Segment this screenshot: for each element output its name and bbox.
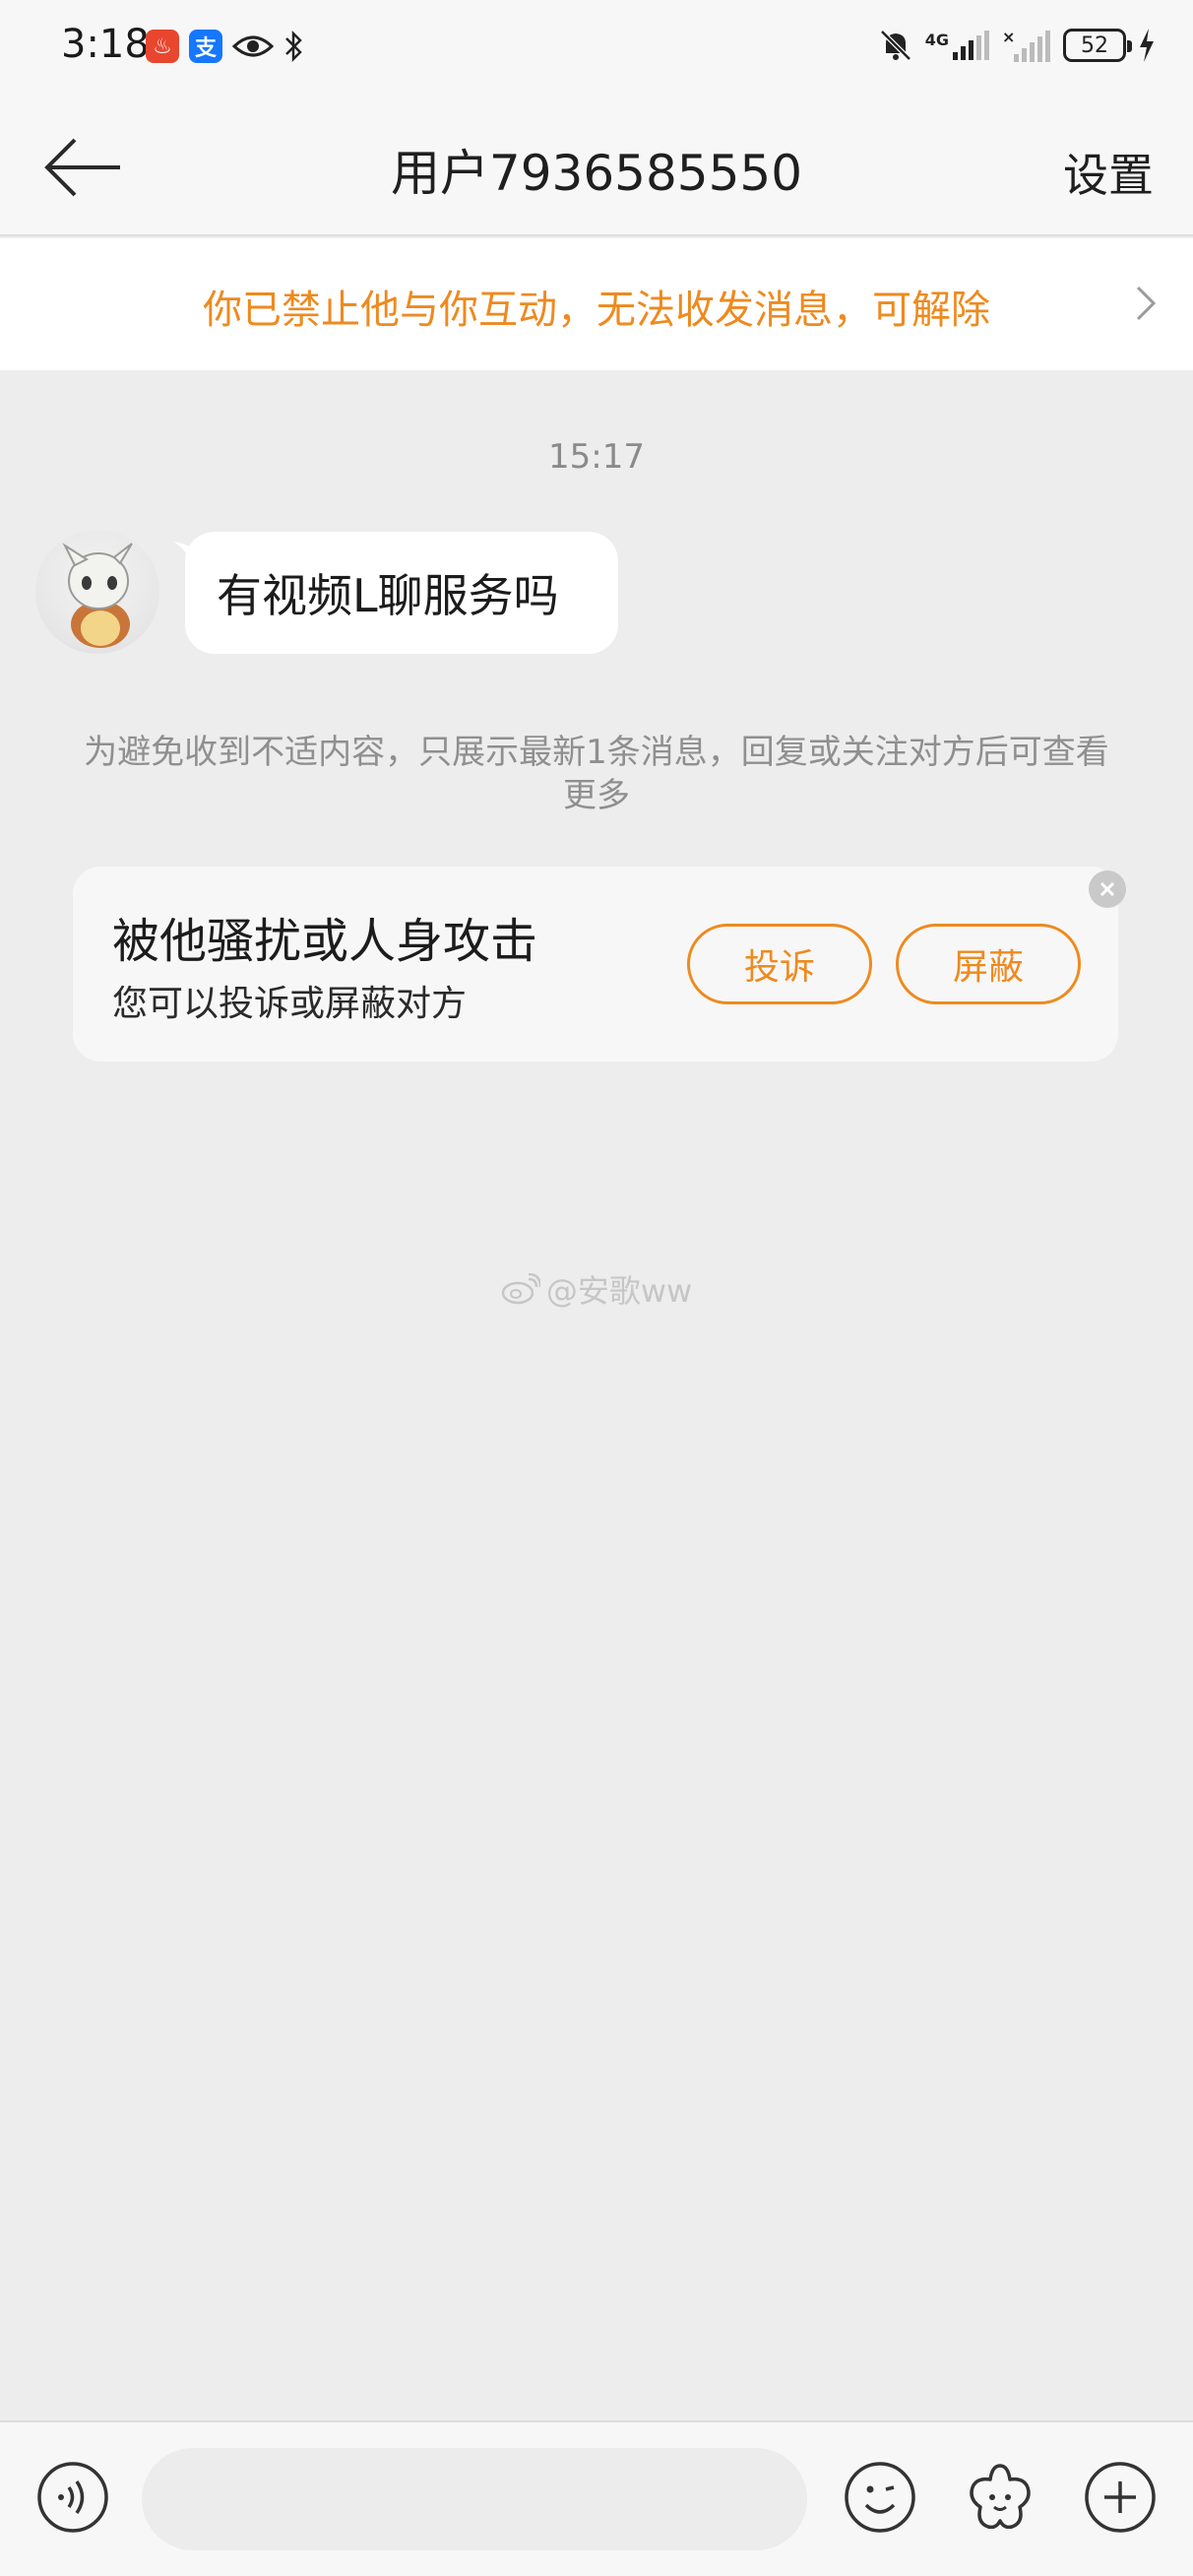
message-bubble[interactable]: 有视频L聊服务吗 [185, 532, 618, 654]
message-input[interactable] [142, 2448, 807, 2550]
emoji-button[interactable] [843, 2460, 917, 2535]
battery-level: 52 [1081, 32, 1108, 58]
message-timestamp: 15:17 [548, 437, 645, 477]
unblock-banner[interactable]: 你已禁止他与你互动，无法收发消息，可解除 [0, 238, 1193, 370]
signal-no-service-icon: × [1002, 29, 1050, 62]
harassment-card: 被他骚扰或人身攻击 您可以投诉或屏蔽对方 投诉 屏蔽 [73, 867, 1126, 1062]
weibo-logo-icon [501, 1273, 540, 1305]
block-button[interactable]: 屏蔽 [896, 924, 1081, 1004]
settings-button[interactable]: 设置 [1063, 140, 1154, 205]
emoji-icon [845, 2462, 915, 2533]
chevron-right-icon [1136, 286, 1157, 321]
alipay-icon: 支 [189, 30, 222, 63]
status-bar: 3:18 ♨ 支 4G × 52 [0, 0, 1193, 98]
unblock-banner-text: 你已禁止他与你互动，无法收发消息，可解除 [203, 288, 990, 333]
avatar-figure-icon [62, 543, 133, 648]
harassment-card-title: 被他骚扰或人身攻击 [112, 914, 538, 969]
sticker-button[interactable] [963, 2460, 1037, 2535]
status-right-icons: 4G × 52 [878, 28, 1156, 63]
mute-bell-icon [879, 30, 911, 61]
status-left-icons: ♨ 支 [146, 30, 305, 63]
network-label: 4G [924, 31, 949, 49]
more-button[interactable] [1083, 2460, 1158, 2535]
charging-icon [1140, 29, 1154, 62]
voice-button[interactable] [35, 2460, 110, 2535]
plus-icon [1085, 2462, 1156, 2533]
app-badge-glyph-1: ♨ [153, 33, 172, 59]
input-bar [0, 2420, 1193, 2576]
app-notification-icon-1: ♨ [146, 30, 179, 63]
harassment-card-subtitle: 您可以投诉或屏蔽对方 [112, 984, 468, 1024]
watermark-text: @安歌ww [545, 1272, 693, 1310]
voice-icon [37, 2462, 108, 2533]
signal-group-1: 4G [925, 31, 990, 60]
status-time: 3:18 [61, 22, 150, 67]
bluetooth-icon [285, 30, 302, 63]
content-filter-notice: 为避免收到不适内容，只展示最新1条消息，回复或关注对方后可查看更多 [84, 733, 1109, 815]
report-button[interactable]: 投诉 [687, 924, 872, 1004]
signal-icon [953, 31, 989, 60]
svg-text:×: × [1002, 29, 1015, 46]
battery-icon: 52 [1063, 29, 1132, 62]
sticker-icon [970, 2464, 1031, 2530]
avatar[interactable] [35, 530, 159, 654]
page-title: 用户7936585550 [390, 145, 803, 202]
close-icon [1099, 881, 1115, 897]
nav-bar: 用户7936585550 设置 [0, 98, 1193, 236]
app-badge-glyph-2: 支 [194, 36, 217, 61]
eye-icon [232, 35, 274, 57]
watermark: @安歌ww [0, 1266, 1193, 1312]
message-text: 有视频L聊服务吗 [217, 569, 559, 622]
close-card-button[interactable] [1089, 870, 1126, 908]
